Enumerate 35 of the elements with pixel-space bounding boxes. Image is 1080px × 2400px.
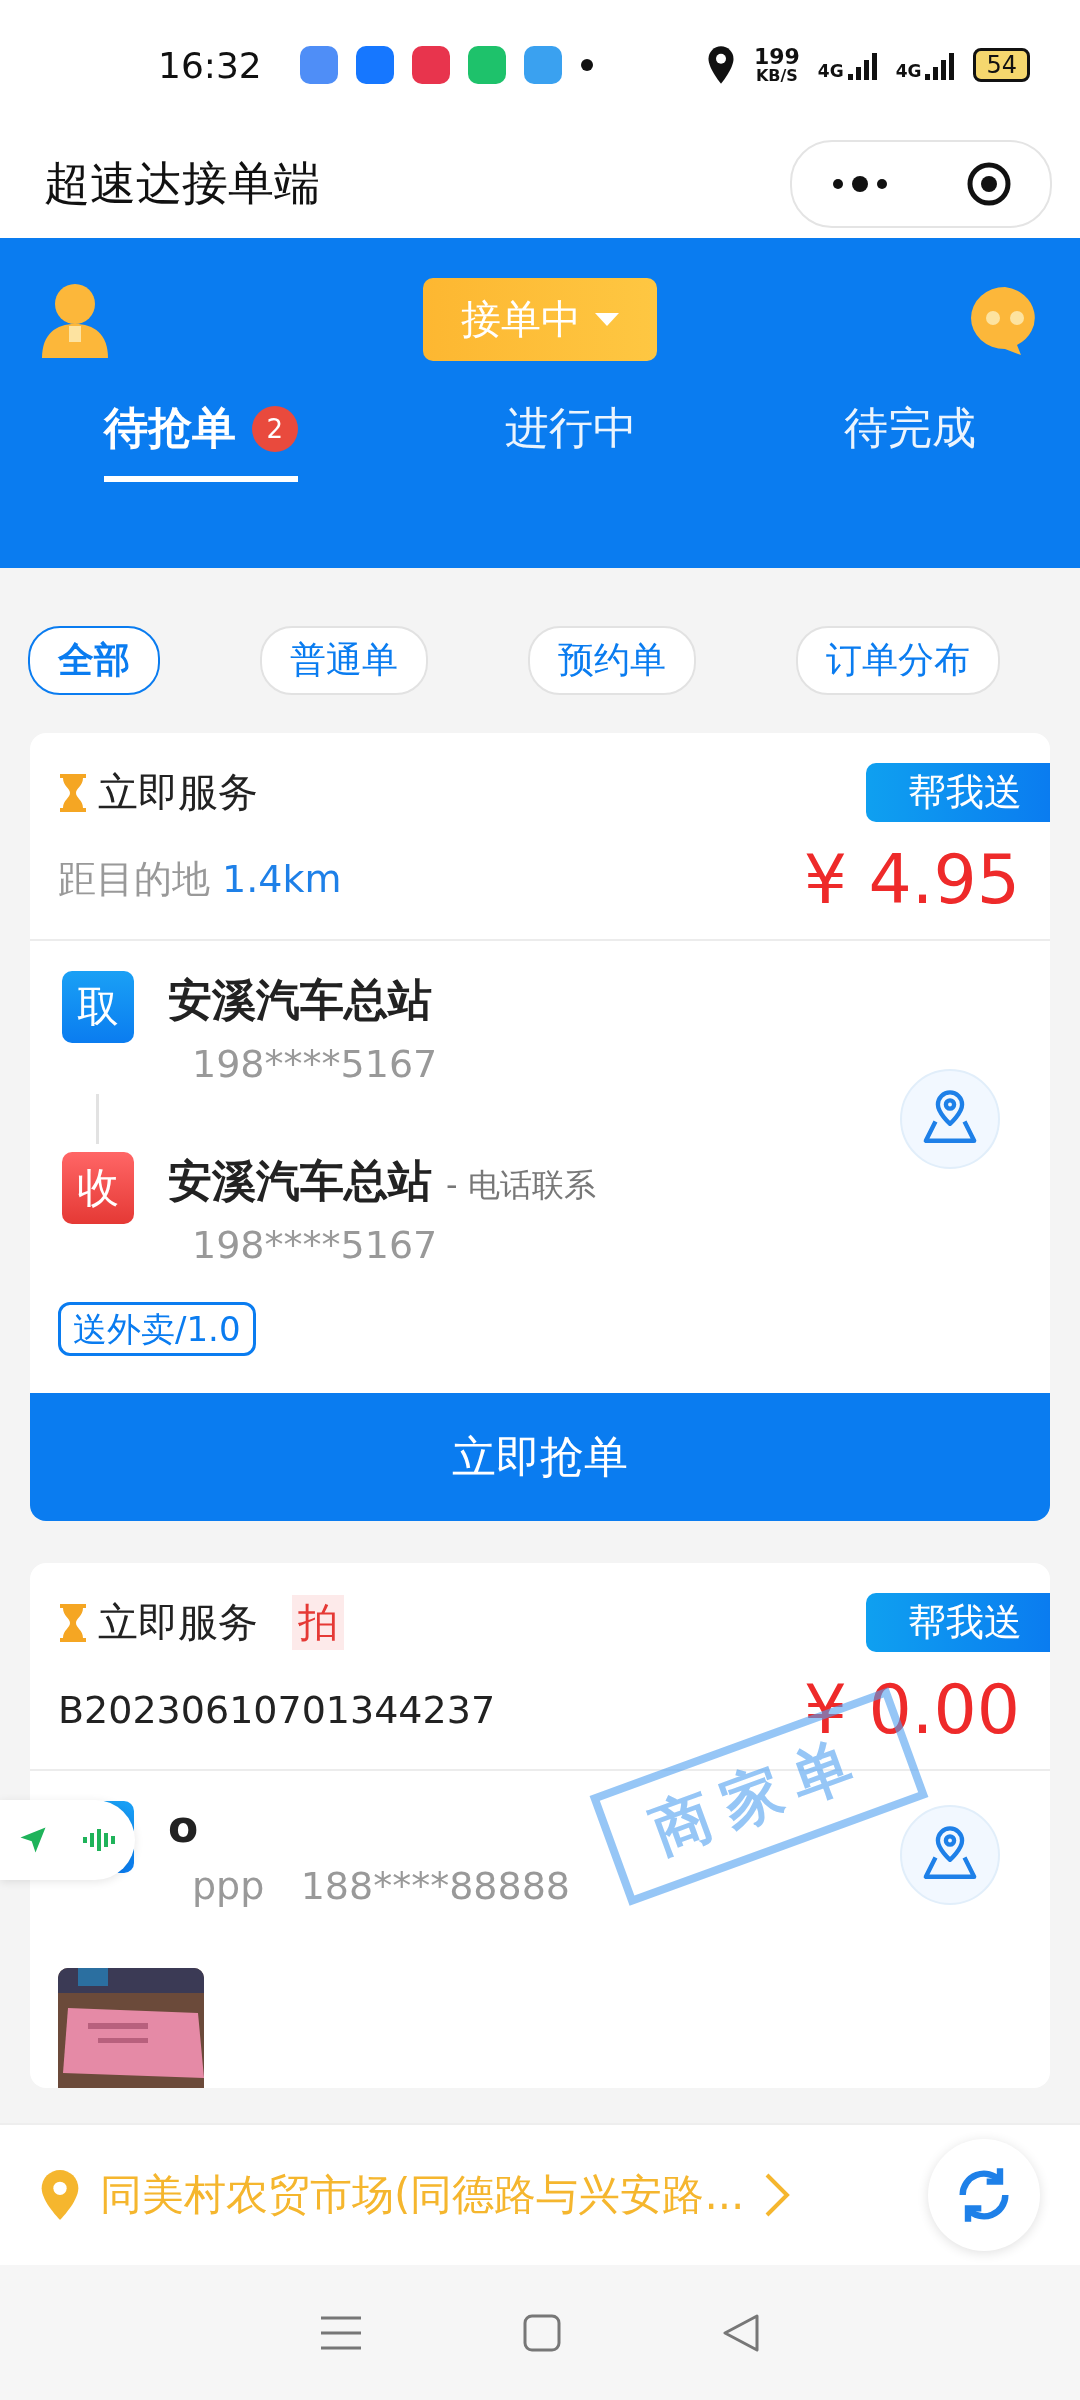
phone-number: 198****5167 — [192, 1223, 439, 1267]
network-type: 4G — [817, 63, 844, 80]
contact-note: - 电话联系 — [446, 1166, 596, 1204]
address-name: 安溪汽车总站 — [168, 1155, 432, 1206]
order-number: B20230610701344237 — [58, 1687, 496, 1732]
page-title: 超速达接单端 — [44, 155, 320, 212]
count-badge: 2 — [251, 405, 298, 452]
network-speed: 199 — [753, 46, 800, 68]
grab-order-button[interactable]: 立即抢单 — [30, 1393, 1050, 1521]
filter-chip[interactable]: 普通单 — [260, 626, 428, 695]
phone-number: 198****5167 — [192, 1042, 438, 1086]
order-type-tag: 帮我送 — [866, 1593, 1050, 1652]
phone-number: ppp 188****88888 — [192, 1864, 571, 1908]
service-type: 立即服务 — [98, 768, 258, 817]
order-tab[interactable]: 待抢单 2 — [103, 399, 298, 482]
address-name: o — [168, 1801, 199, 1852]
category-tag: 送外卖/1.0 — [58, 1302, 256, 1356]
address-name: 安溪汽车总站 — [168, 974, 432, 1025]
filter-chip[interactable]: 订单分布 — [796, 626, 1000, 695]
network-type: 4G — [895, 63, 922, 80]
order-tab[interactable]: 进行中 — [505, 399, 637, 482]
order-tab[interactable]: 待完成 — [844, 399, 977, 482]
filter-chip[interactable]: 预约单 — [528, 626, 696, 695]
order-price: ¥ 4.95 — [803, 840, 1020, 919]
dropoff-badge: 收 — [62, 1152, 134, 1224]
pickup-badge: 取 — [62, 971, 134, 1043]
contact-name: ppp — [192, 1864, 266, 1908]
distance-text: 距目的地 1.4km — [58, 856, 342, 903]
speed-unit: KB/S — [755, 68, 798, 84]
battery-level: 54 — [973, 48, 1030, 82]
order-type-tag: 帮我送 — [866, 763, 1050, 822]
filter-chip[interactable]: 全部 — [28, 626, 160, 695]
service-type: 立即服务 — [98, 1598, 258, 1647]
status-time: 16:32 — [158, 44, 262, 86]
photo-tag: 拍 — [292, 1595, 344, 1650]
